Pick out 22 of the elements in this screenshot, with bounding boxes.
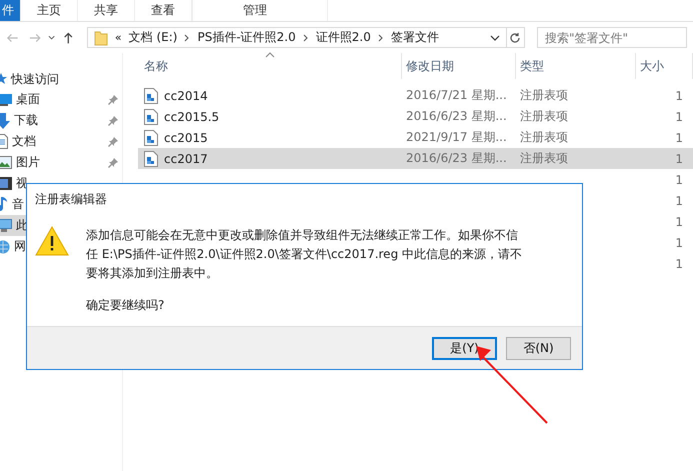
file-size: 1: [675, 172, 683, 186]
file-date: 2016/6/23 星期...: [406, 108, 507, 125]
file-size: 1: [675, 110, 683, 124]
file-type: 注册表项: [520, 129, 568, 146]
file-date: 2016/6/23 星期...: [406, 150, 507, 167]
file-name: cc2014: [164, 88, 208, 102]
file-type: 注册表项: [520, 87, 568, 104]
file-size: 1: [675, 152, 683, 166]
dialog-title: 注册表编辑器: [34, 191, 108, 208]
file-size: 1: [675, 214, 683, 228]
file-name: cc2017: [164, 152, 208, 166]
file-size: 1: [675, 88, 683, 102]
file-name: cc2015.5: [164, 110, 220, 124]
file-date: 2016/7/21 星期...: [406, 87, 507, 104]
dialog-message: 添加信息可能会在无意中更改或删除值并导致组件无法继续正常工作。如果你不信任 E:\PS插件-证件照2.0\证件照2.0\签署文件\cc2017.reg 中此信息的来源，请不要将其添加到注册表中。: [86, 227, 523, 282]
file-size: 1: [675, 194, 683, 208]
file-type: 注册表项: [520, 108, 568, 125]
file-date: 2021/9/17 星期...: [406, 129, 507, 146]
file-type: 注册表项: [520, 150, 568, 167]
file-size: 1: [675, 130, 683, 144]
dialog-question: 确定要继续吗?: [86, 297, 166, 314]
file-name: cc2015: [164, 130, 208, 144]
